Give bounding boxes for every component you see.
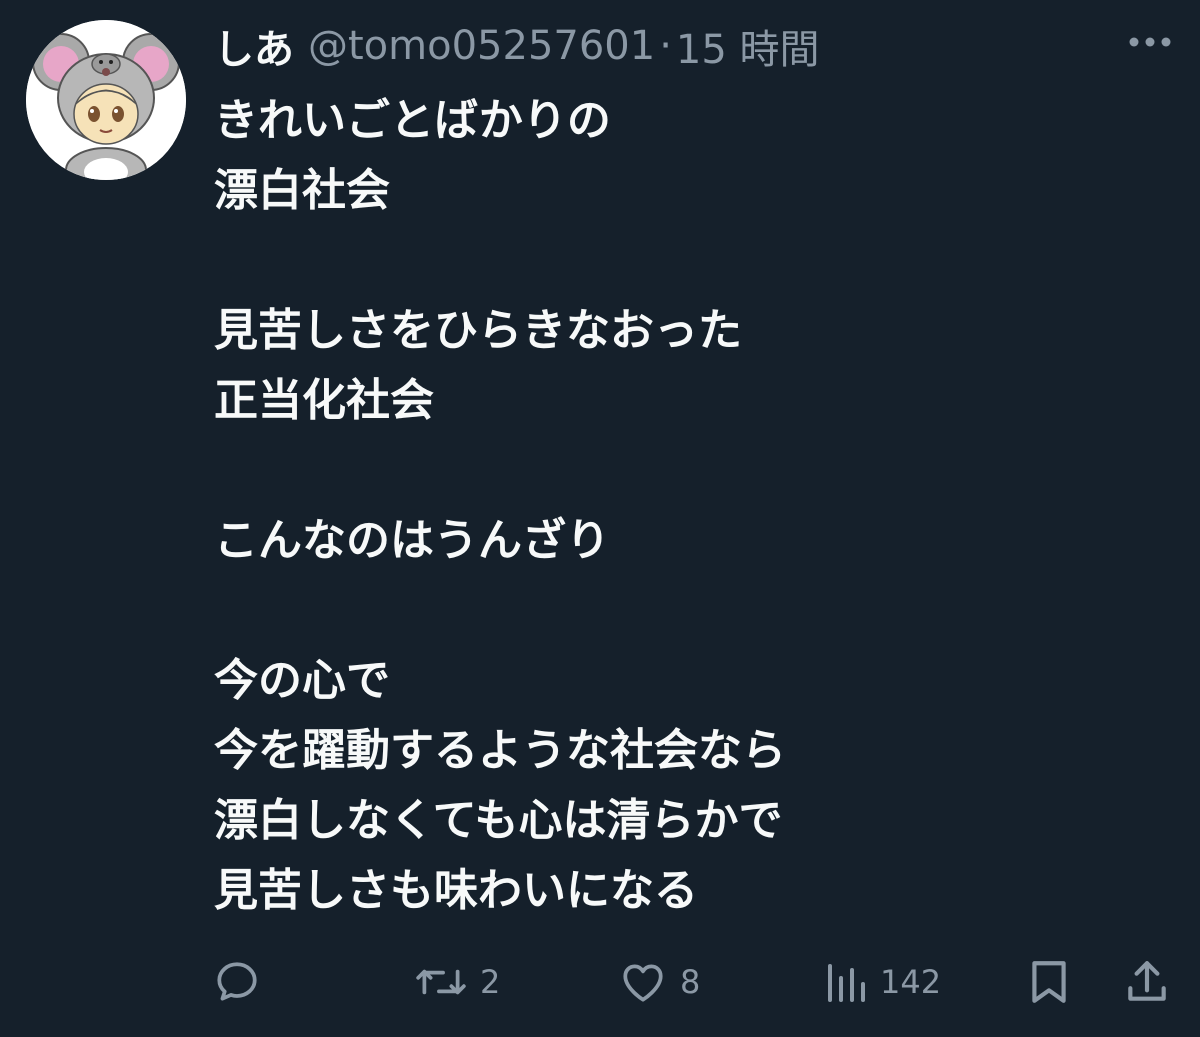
retweet-icon bbox=[416, 969, 466, 995]
share-button[interactable] bbox=[1124, 952, 1170, 1012]
reply-icon bbox=[217, 962, 257, 1001]
text-line: 漂白しなくても心は清らかで bbox=[214, 795, 783, 846]
bookmark-button[interactable] bbox=[1028, 952, 1070, 1012]
separator-dot: · bbox=[659, 23, 672, 69]
text-line: 今を躍動するような社会なら bbox=[214, 725, 786, 776]
retweet-button[interactable]: 2 bbox=[414, 952, 500, 1012]
views-count: 142 bbox=[880, 963, 942, 1001]
tweet[interactable]: しあ @tomo05257601 · 15 時間 きれいごとばかりの 漂白社会 … bbox=[0, 0, 1200, 1037]
share-icon bbox=[1128, 961, 1166, 1001]
tweet-text: きれいごとばかりの 漂白社会 見苦しさをひらきなおった 正当化社会 こんなのはう… bbox=[214, 86, 1174, 926]
text-line: 漂白社会 bbox=[214, 165, 390, 216]
display-name[interactable]: しあ bbox=[214, 17, 294, 75]
like-count: 8 bbox=[680, 963, 701, 1001]
timestamp[interactable]: 15 時間 bbox=[676, 17, 820, 75]
reply-button[interactable] bbox=[212, 952, 274, 1012]
avatar[interactable] bbox=[26, 20, 186, 180]
retweet-count: 2 bbox=[480, 963, 501, 1001]
views-button[interactable]: 142 bbox=[824, 952, 941, 1012]
text-line: こんなのはうんざり bbox=[214, 515, 610, 566]
like-button[interactable]: 8 bbox=[618, 952, 700, 1012]
more-horizontal-icon bbox=[1129, 37, 1171, 47]
text-line: 見苦しさをひらきなおった bbox=[214, 305, 742, 356]
text-line: 今の心で bbox=[214, 655, 390, 706]
avatar-illustration bbox=[26, 20, 186, 180]
text-line: きれいごとばかりの bbox=[214, 95, 611, 146]
views-icon bbox=[828, 964, 865, 1002]
text-line: 見苦しさも味わいになる bbox=[214, 865, 698, 916]
action-bar: 2 8 142 bbox=[0, 952, 1200, 1012]
heart-icon bbox=[623, 964, 663, 1002]
bookmark-icon bbox=[1032, 961, 1066, 1003]
tweet-header: しあ @tomo05257601 · 15 時間 bbox=[214, 14, 820, 78]
text-line: 正当化社会 bbox=[214, 375, 434, 426]
user-handle[interactable]: @tomo05257601 bbox=[308, 23, 655, 69]
more-button[interactable] bbox=[1124, 24, 1176, 60]
